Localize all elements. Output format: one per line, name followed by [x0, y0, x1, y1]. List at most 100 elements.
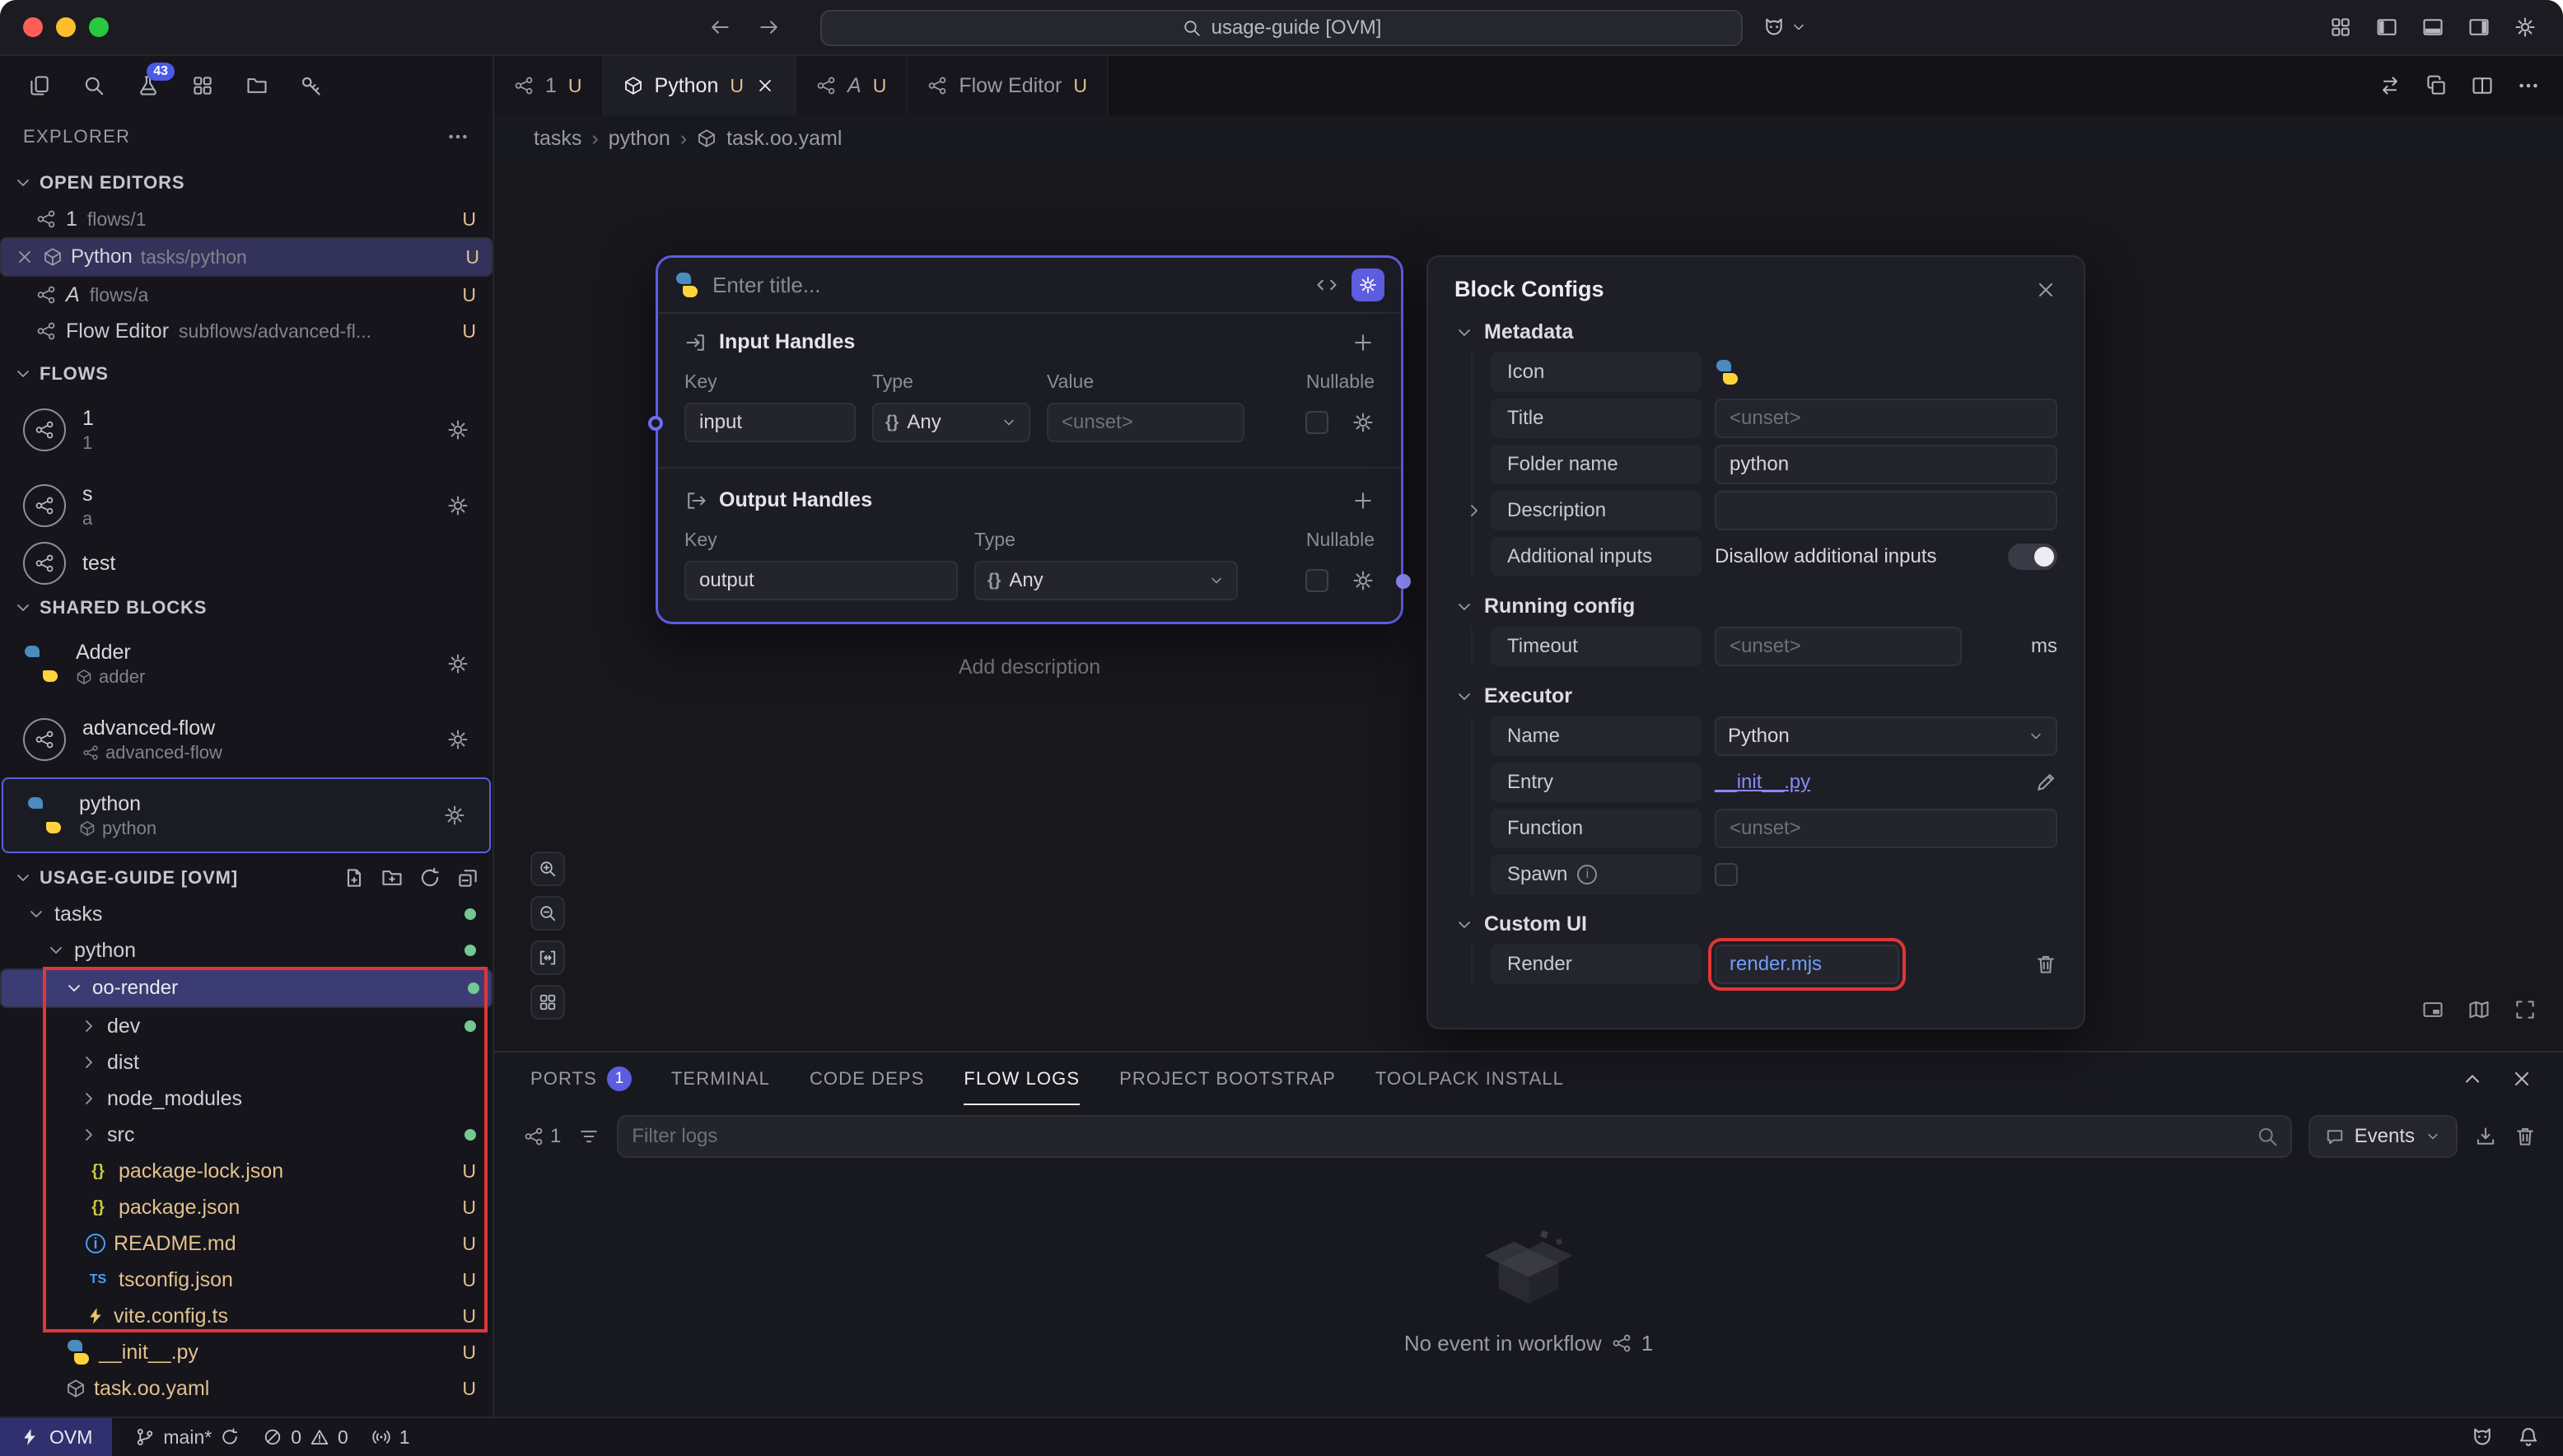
flow-canvas[interactable]: Enter title... Input Handles Key Type	[494, 161, 2563, 1051]
flow-settings-gear-icon[interactable]	[446, 418, 469, 441]
tree-item-dev[interactable]: dev	[0, 1008, 493, 1044]
close-panel-icon[interactable]	[2034, 278, 2057, 301]
description-field[interactable]	[1715, 491, 2057, 530]
section-running-config[interactable]: Running config	[1454, 595, 2057, 618]
input-key-field[interactable]	[684, 403, 856, 442]
flow-item-test[interactable]: test	[0, 544, 493, 583]
disallow-additional-inputs-toggle[interactable]	[2008, 544, 2057, 570]
more-actions-icon[interactable]	[446, 125, 469, 148]
entry-file-link[interactable]: __init__.py	[1715, 771, 1810, 794]
breadcrumb-file[interactable]: task.oo.yaml	[726, 127, 842, 151]
tree-item-vite-config[interactable]: vite.config.ts U	[0, 1298, 493, 1334]
open-editor-flow-1[interactable]: 1 flows/1 U	[0, 201, 493, 237]
filter-list-icon[interactable]	[577, 1125, 600, 1148]
flow-item-s[interactable]: s a	[0, 468, 493, 544]
chevron-right-icon[interactable]	[1464, 501, 1484, 520]
input-type-select[interactable]: {} Any	[872, 403, 1030, 442]
block-settings-gear-icon[interactable]	[446, 728, 469, 751]
flow-item-1[interactable]: 1 1	[0, 392, 493, 468]
breadcrumb-python[interactable]: python	[609, 127, 670, 151]
panel-tab-code-deps[interactable]: CODE DEPS	[810, 1052, 924, 1105]
minimap-icon[interactable]	[2467, 998, 2491, 1021]
tree-item-tasks[interactable]: tasks	[0, 896, 493, 932]
tree-item-init-py[interactable]: __init__.py U	[0, 1334, 493, 1370]
new-folder-icon[interactable]	[380, 866, 404, 889]
search-icon[interactable]	[77, 69, 110, 102]
key-icon[interactable]	[295, 69, 328, 102]
toggle-panel-icon[interactable]	[2421, 16, 2444, 39]
python-icon[interactable]	[1715, 360, 1739, 385]
shared-block-adder[interactable]: Adder adder	[0, 626, 493, 702]
bell-icon[interactable]	[2517, 1426, 2540, 1449]
shared-blocks-header[interactable]: SHARED BLOCKS	[0, 590, 493, 626]
open-editors-header[interactable]: OPEN EDITORS	[0, 165, 493, 201]
customize-layout-icon[interactable]	[2329, 16, 2352, 39]
zoom-out-icon[interactable]	[530, 896, 565, 931]
tree-item-task-oo-yaml[interactable]: task.oo.yaml U	[0, 1370, 493, 1407]
add-output-handle-icon[interactable]	[1352, 489, 1375, 512]
maximize-window-button[interactable]	[89, 17, 109, 37]
fit-view-icon[interactable]	[530, 940, 565, 975]
collapse-all-icon[interactable]	[456, 866, 479, 889]
back-icon[interactable]	[708, 16, 731, 39]
close-tab-icon[interactable]	[755, 76, 775, 96]
compare-icon[interactable]	[2379, 74, 2402, 97]
open-editor-flow-editor[interactable]: Flow Editor subflows/advanced-fl... U	[0, 313, 493, 349]
spawn-checkbox[interactable]	[1715, 863, 1738, 886]
breadcrumb-tasks[interactable]: tasks	[534, 127, 581, 151]
fullscreen-icon[interactable]	[2514, 998, 2537, 1021]
open-editor-flow-a[interactable]: A flows/a U	[0, 277, 493, 313]
node-title-input[interactable]: Enter title...	[712, 273, 1302, 298]
close-icon[interactable]	[15, 247, 35, 267]
tree-item-readme[interactable]: README.md U	[0, 1225, 493, 1262]
input-value-field[interactable]	[1047, 403, 1244, 442]
output-type-select[interactable]: {} Any	[974, 561, 1238, 600]
output-port-dot[interactable]	[1396, 574, 1411, 589]
command-center-search[interactable]: usage-guide [OVM]	[820, 10, 1743, 46]
export-logs-icon[interactable]	[2474, 1125, 2497, 1148]
maximize-panel-icon[interactable]	[2461, 1067, 2484, 1090]
output-key-field[interactable]	[684, 561, 958, 600]
panel-tab-toolpack-install[interactable]: TOOLPACK INSTALL	[1375, 1052, 1564, 1105]
forward-icon[interactable]	[758, 16, 781, 39]
tree-item-src[interactable]: src	[0, 1117, 493, 1153]
panel-tab-ports[interactable]: PORTS 1	[530, 1052, 632, 1105]
tree-item-oo-render[interactable]: oo-render	[0, 968, 493, 1008]
section-metadata[interactable]: Metadata	[1454, 320, 2057, 344]
clear-logs-icon[interactable]	[2514, 1125, 2537, 1148]
events-filter-select[interactable]: Events	[2309, 1115, 2458, 1158]
tree-item-package-json[interactable]: package.json U	[0, 1189, 493, 1225]
input-port-dot[interactable]	[648, 416, 663, 431]
section-executor[interactable]: Executor	[1454, 684, 2057, 708]
panel-tab-flow-logs[interactable]: FLOW LOGS	[964, 1052, 1080, 1105]
flow-settings-gear-icon[interactable]	[446, 494, 469, 517]
folder-icon[interactable]	[240, 69, 273, 102]
code-icon[interactable]	[1315, 273, 1338, 296]
handle-settings-gear-icon[interactable]	[1352, 569, 1375, 592]
add-input-handle-icon[interactable]	[1352, 331, 1375, 354]
explorer-files-icon[interactable]	[23, 69, 56, 102]
grid-layout-icon[interactable]	[530, 985, 565, 1020]
timeout-field[interactable]	[1715, 627, 1962, 666]
folder-name-field[interactable]	[1715, 445, 2057, 484]
shared-block-advanced-flow[interactable]: advanced-flow advanced-flow	[0, 702, 493, 777]
tree-item-node-modules[interactable]: node_modules	[0, 1080, 493, 1117]
more-actions-icon[interactable]	[2517, 74, 2540, 97]
close-window-button[interactable]	[23, 17, 43, 37]
function-field[interactable]	[1715, 809, 2057, 848]
tree-item-python[interactable]: python	[0, 932, 493, 968]
shared-block-python[interactable]: python python	[2, 777, 491, 853]
pets-menu[interactable]	[1762, 16, 1807, 39]
nullable-checkbox[interactable]	[1305, 569, 1328, 592]
trash-icon[interactable]	[2034, 953, 2057, 976]
tab-flow-a[interactable]: A U	[796, 56, 908, 115]
section-custom-ui[interactable]: Custom UI	[1454, 912, 2057, 936]
split-editor-icon[interactable]	[2471, 74, 2494, 97]
tree-item-dist[interactable]: dist	[0, 1044, 493, 1080]
remote-indicator[interactable]: OVM	[0, 1418, 112, 1456]
ports-status[interactable]: 1	[371, 1426, 410, 1449]
block-node-card[interactable]: Enter title... Input Handles Key Type	[656, 255, 1403, 624]
panel-tab-terminal[interactable]: TERMINAL	[671, 1052, 770, 1105]
new-file-icon[interactable]	[343, 866, 366, 889]
handle-settings-gear-icon[interactable]	[1352, 411, 1375, 434]
